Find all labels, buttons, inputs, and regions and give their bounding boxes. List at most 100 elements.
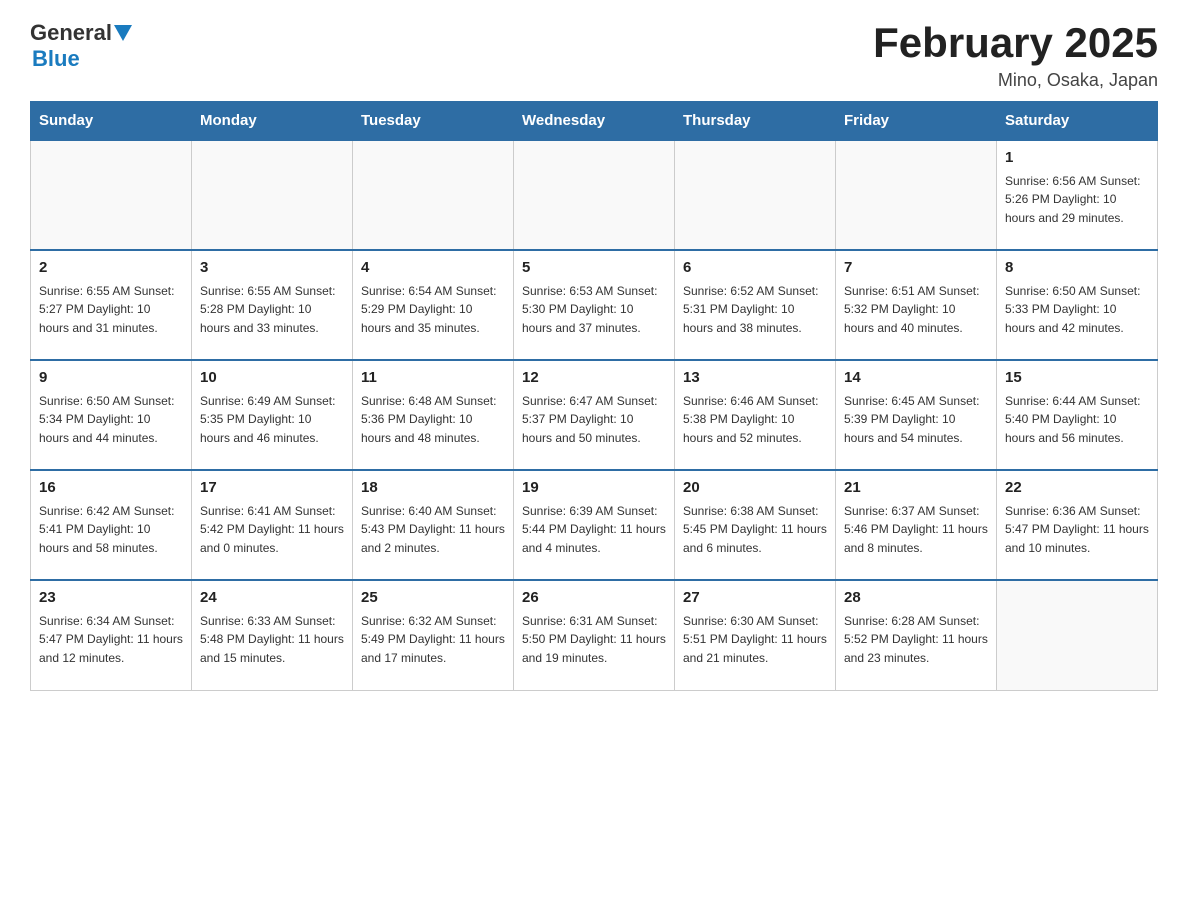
calendar-day-cell: 12Sunrise: 6:47 AM Sunset: 5:37 PM Dayli…	[514, 360, 675, 470]
day-info: Sunrise: 6:47 AM Sunset: 5:37 PM Dayligh…	[522, 392, 666, 448]
calendar-day-cell	[514, 140, 675, 250]
day-info: Sunrise: 6:36 AM Sunset: 5:47 PM Dayligh…	[1005, 502, 1149, 558]
day-info: Sunrise: 6:37 AM Sunset: 5:46 PM Dayligh…	[844, 502, 988, 558]
day-info: Sunrise: 6:52 AM Sunset: 5:31 PM Dayligh…	[683, 282, 827, 338]
day-number: 16	[39, 477, 183, 500]
day-info: Sunrise: 6:51 AM Sunset: 5:32 PM Dayligh…	[844, 282, 988, 338]
day-number: 14	[844, 367, 988, 390]
col-monday: Monday	[192, 102, 353, 141]
calendar-day-cell: 21Sunrise: 6:37 AM Sunset: 5:46 PM Dayli…	[836, 470, 997, 580]
day-info: Sunrise: 6:54 AM Sunset: 5:29 PM Dayligh…	[361, 282, 505, 338]
day-number: 3	[200, 257, 344, 280]
day-number: 27	[683, 587, 827, 610]
day-info: Sunrise: 6:55 AM Sunset: 5:28 PM Dayligh…	[200, 282, 344, 338]
day-number: 20	[683, 477, 827, 500]
calendar-day-cell: 1Sunrise: 6:56 AM Sunset: 5:26 PM Daylig…	[997, 140, 1158, 250]
day-info: Sunrise: 6:55 AM Sunset: 5:27 PM Dayligh…	[39, 282, 183, 338]
logo-general: General	[30, 20, 112, 46]
day-info: Sunrise: 6:49 AM Sunset: 5:35 PM Dayligh…	[200, 392, 344, 448]
day-number: 4	[361, 257, 505, 280]
calendar-day-cell: 9Sunrise: 6:50 AM Sunset: 5:34 PM Daylig…	[31, 360, 192, 470]
day-number: 7	[844, 257, 988, 280]
calendar-header-row: Sunday Monday Tuesday Wednesday Thursday…	[31, 102, 1158, 141]
col-saturday: Saturday	[997, 102, 1158, 141]
logo: General Blue	[30, 20, 132, 72]
calendar-day-cell: 24Sunrise: 6:33 AM Sunset: 5:48 PM Dayli…	[192, 580, 353, 690]
logo-triangle-icon	[114, 25, 132, 41]
day-number: 26	[522, 587, 666, 610]
calendar-day-cell: 26Sunrise: 6:31 AM Sunset: 5:50 PM Dayli…	[514, 580, 675, 690]
calendar-day-cell: 15Sunrise: 6:44 AM Sunset: 5:40 PM Dayli…	[997, 360, 1158, 470]
day-number: 23	[39, 587, 183, 610]
day-number: 15	[1005, 367, 1149, 390]
day-number: 11	[361, 367, 505, 390]
calendar-day-cell	[31, 140, 192, 250]
calendar-day-cell: 7Sunrise: 6:51 AM Sunset: 5:32 PM Daylig…	[836, 250, 997, 360]
day-info: Sunrise: 6:40 AM Sunset: 5:43 PM Dayligh…	[361, 502, 505, 558]
day-number: 17	[200, 477, 344, 500]
calendar-day-cell: 25Sunrise: 6:32 AM Sunset: 5:49 PM Dayli…	[353, 580, 514, 690]
day-info: Sunrise: 6:41 AM Sunset: 5:42 PM Dayligh…	[200, 502, 344, 558]
day-info: Sunrise: 6:31 AM Sunset: 5:50 PM Dayligh…	[522, 612, 666, 668]
day-info: Sunrise: 6:38 AM Sunset: 5:45 PM Dayligh…	[683, 502, 827, 558]
day-info: Sunrise: 6:44 AM Sunset: 5:40 PM Dayligh…	[1005, 392, 1149, 448]
day-number: 19	[522, 477, 666, 500]
calendar-week-row: 16Sunrise: 6:42 AM Sunset: 5:41 PM Dayli…	[31, 470, 1158, 580]
day-number: 8	[1005, 257, 1149, 280]
day-number: 13	[683, 367, 827, 390]
logo-blue: Blue	[30, 46, 132, 72]
calendar-week-row: 9Sunrise: 6:50 AM Sunset: 5:34 PM Daylig…	[31, 360, 1158, 470]
calendar-day-cell	[192, 140, 353, 250]
calendar-day-cell: 20Sunrise: 6:38 AM Sunset: 5:45 PM Dayli…	[675, 470, 836, 580]
calendar-day-cell: 27Sunrise: 6:30 AM Sunset: 5:51 PM Dayli…	[675, 580, 836, 690]
day-number: 21	[844, 477, 988, 500]
calendar-day-cell	[353, 140, 514, 250]
day-info: Sunrise: 6:32 AM Sunset: 5:49 PM Dayligh…	[361, 612, 505, 668]
day-info: Sunrise: 6:30 AM Sunset: 5:51 PM Dayligh…	[683, 612, 827, 668]
day-info: Sunrise: 6:50 AM Sunset: 5:33 PM Dayligh…	[1005, 282, 1149, 338]
day-number: 9	[39, 367, 183, 390]
calendar-day-cell	[675, 140, 836, 250]
day-info: Sunrise: 6:50 AM Sunset: 5:34 PM Dayligh…	[39, 392, 183, 448]
calendar-day-cell: 16Sunrise: 6:42 AM Sunset: 5:41 PM Dayli…	[31, 470, 192, 580]
month-title: February 2025	[873, 20, 1158, 66]
day-info: Sunrise: 6:48 AM Sunset: 5:36 PM Dayligh…	[361, 392, 505, 448]
calendar-table: Sunday Monday Tuesday Wednesday Thursday…	[30, 101, 1158, 691]
day-info: Sunrise: 6:46 AM Sunset: 5:38 PM Dayligh…	[683, 392, 827, 448]
day-number: 22	[1005, 477, 1149, 500]
col-friday: Friday	[836, 102, 997, 141]
calendar-day-cell: 13Sunrise: 6:46 AM Sunset: 5:38 PM Dayli…	[675, 360, 836, 470]
calendar-week-row: 2Sunrise: 6:55 AM Sunset: 5:27 PM Daylig…	[31, 250, 1158, 360]
day-info: Sunrise: 6:28 AM Sunset: 5:52 PM Dayligh…	[844, 612, 988, 668]
calendar-day-cell: 2Sunrise: 6:55 AM Sunset: 5:27 PM Daylig…	[31, 250, 192, 360]
day-number: 5	[522, 257, 666, 280]
calendar-day-cell: 10Sunrise: 6:49 AM Sunset: 5:35 PM Dayli…	[192, 360, 353, 470]
title-block: February 2025 Mino, Osaka, Japan	[873, 20, 1158, 91]
calendar-day-cell: 18Sunrise: 6:40 AM Sunset: 5:43 PM Dayli…	[353, 470, 514, 580]
calendar-day-cell: 8Sunrise: 6:50 AM Sunset: 5:33 PM Daylig…	[997, 250, 1158, 360]
location-title: Mino, Osaka, Japan	[873, 70, 1158, 91]
day-info: Sunrise: 6:45 AM Sunset: 5:39 PM Dayligh…	[844, 392, 988, 448]
day-number: 18	[361, 477, 505, 500]
calendar-day-cell: 5Sunrise: 6:53 AM Sunset: 5:30 PM Daylig…	[514, 250, 675, 360]
col-thursday: Thursday	[675, 102, 836, 141]
day-number: 1	[1005, 147, 1149, 170]
calendar-day-cell: 14Sunrise: 6:45 AM Sunset: 5:39 PM Dayli…	[836, 360, 997, 470]
day-info: Sunrise: 6:33 AM Sunset: 5:48 PM Dayligh…	[200, 612, 344, 668]
day-info: Sunrise: 6:53 AM Sunset: 5:30 PM Dayligh…	[522, 282, 666, 338]
day-info: Sunrise: 6:39 AM Sunset: 5:44 PM Dayligh…	[522, 502, 666, 558]
day-number: 2	[39, 257, 183, 280]
calendar-week-row: 23Sunrise: 6:34 AM Sunset: 5:47 PM Dayli…	[31, 580, 1158, 690]
calendar-day-cell: 3Sunrise: 6:55 AM Sunset: 5:28 PM Daylig…	[192, 250, 353, 360]
calendar-day-cell: 11Sunrise: 6:48 AM Sunset: 5:36 PM Dayli…	[353, 360, 514, 470]
day-number: 10	[200, 367, 344, 390]
col-tuesday: Tuesday	[353, 102, 514, 141]
day-info: Sunrise: 6:56 AM Sunset: 5:26 PM Dayligh…	[1005, 172, 1149, 228]
day-number: 12	[522, 367, 666, 390]
calendar-day-cell: 17Sunrise: 6:41 AM Sunset: 5:42 PM Dayli…	[192, 470, 353, 580]
day-number: 6	[683, 257, 827, 280]
day-info: Sunrise: 6:42 AM Sunset: 5:41 PM Dayligh…	[39, 502, 183, 558]
day-number: 28	[844, 587, 988, 610]
calendar-day-cell: 4Sunrise: 6:54 AM Sunset: 5:29 PM Daylig…	[353, 250, 514, 360]
page-header: General Blue February 2025 Mino, Osaka, …	[30, 20, 1158, 91]
